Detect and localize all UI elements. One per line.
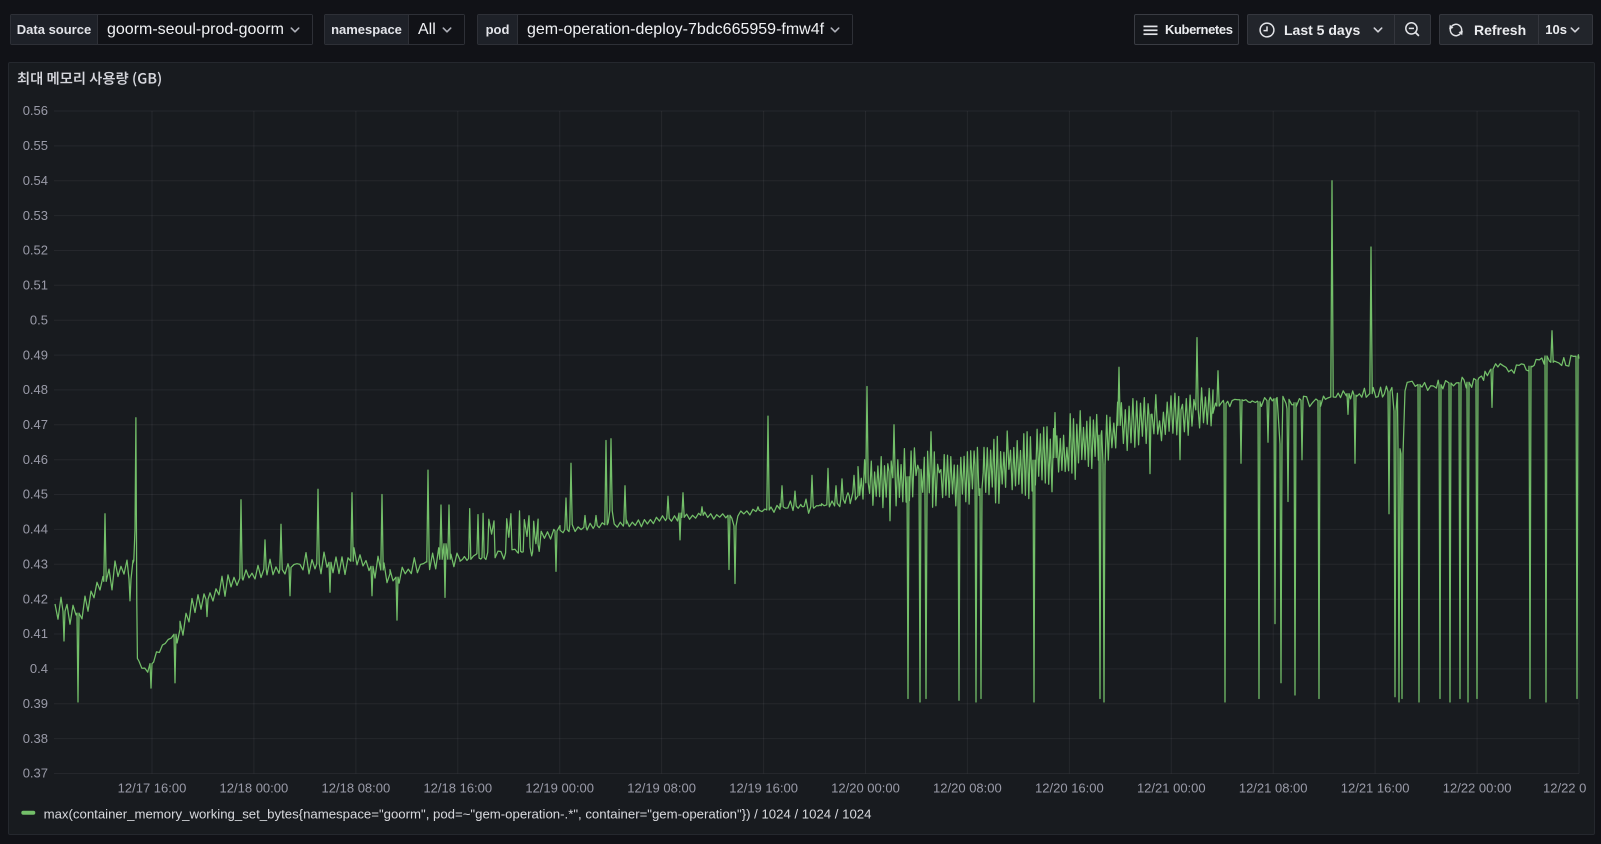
- svg-text:12/18 00:00: 12/18 00:00: [220, 781, 289, 796]
- svg-text:12/18 08:00: 12/18 08:00: [322, 781, 391, 796]
- svg-text:12/20 08:00: 12/20 08:00: [933, 781, 1002, 796]
- svg-text:0.47: 0.47: [23, 417, 48, 432]
- svg-text:12/21 16:00: 12/21 16:00: [1341, 781, 1410, 796]
- svg-text:0.42: 0.42: [23, 591, 48, 606]
- svg-text:12/22 00:00: 12/22 00:00: [1443, 781, 1512, 796]
- svg-text:0.48: 0.48: [23, 382, 48, 397]
- svg-text:12/19 00:00: 12/19 00:00: [525, 781, 594, 796]
- svg-text:12/20 16:00: 12/20 16:00: [1035, 781, 1104, 796]
- svg-text:0.45: 0.45: [23, 487, 48, 502]
- svg-text:12/19 08:00: 12/19 08:00: [627, 781, 696, 796]
- svg-text:0.37: 0.37: [23, 766, 48, 781]
- svg-text:12/21 08:00: 12/21 08:00: [1239, 781, 1308, 796]
- svg-text:12/20 00:00: 12/20 00:00: [831, 781, 900, 796]
- svg-text:0.46: 0.46: [23, 452, 48, 467]
- svg-text:0.53: 0.53: [23, 208, 48, 223]
- svg-text:0.43: 0.43: [23, 557, 48, 572]
- svg-text:0.38: 0.38: [23, 731, 48, 746]
- svg-text:0.39: 0.39: [23, 696, 48, 711]
- svg-text:0.56: 0.56: [23, 103, 48, 118]
- svg-text:0.52: 0.52: [23, 243, 48, 258]
- svg-text:12/17 16:00: 12/17 16:00: [118, 781, 187, 796]
- svg-text:max(container_memory_working_s: max(container_memory_working_set_bytes{n…: [44, 807, 872, 822]
- svg-text:0.4: 0.4: [30, 661, 48, 676]
- svg-text:0.55: 0.55: [23, 138, 48, 153]
- svg-text:0.41: 0.41: [23, 626, 48, 641]
- svg-text:0.49: 0.49: [23, 347, 48, 362]
- svg-text:0.51: 0.51: [23, 278, 48, 293]
- svg-text:12/19 16:00: 12/19 16:00: [729, 781, 798, 796]
- svg-text:12/22 0: 12/22 0: [1543, 781, 1586, 796]
- svg-text:12/21 00:00: 12/21 00:00: [1137, 781, 1206, 796]
- svg-text:0.44: 0.44: [23, 522, 48, 537]
- svg-text:0.54: 0.54: [23, 173, 48, 188]
- svg-text:12/18 16:00: 12/18 16:00: [423, 781, 492, 796]
- svg-text:0.5: 0.5: [30, 312, 48, 327]
